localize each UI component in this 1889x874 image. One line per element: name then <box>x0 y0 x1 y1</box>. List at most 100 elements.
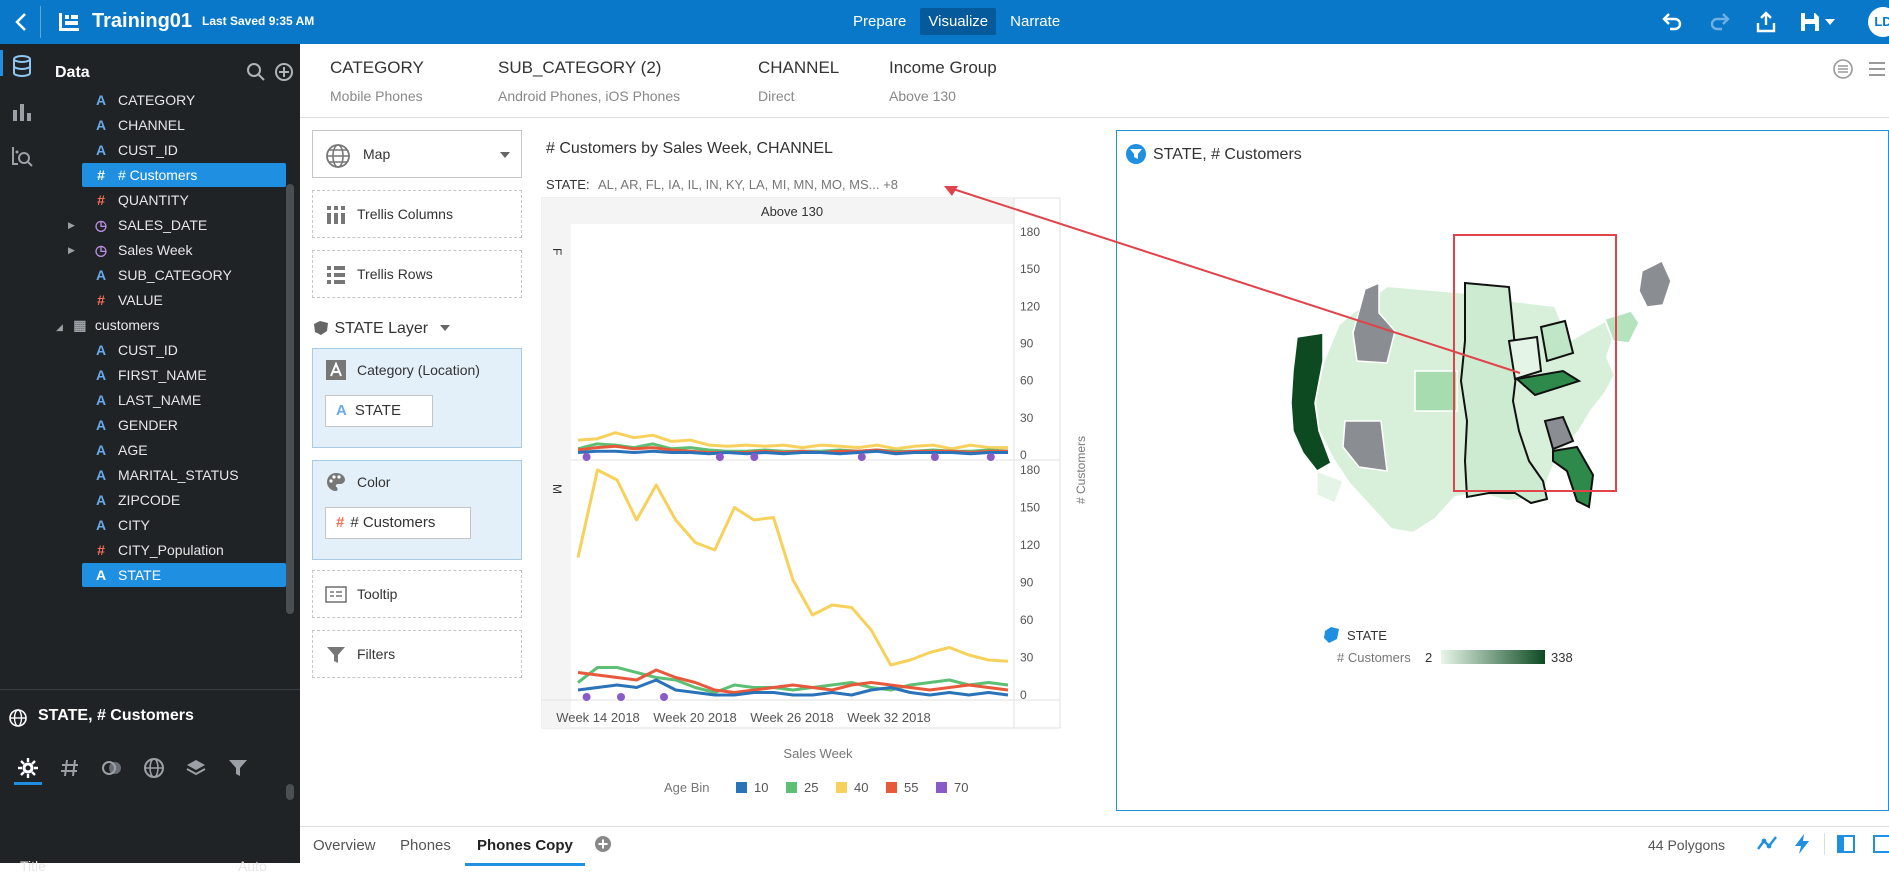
legend-swatch-age-40[interactable] <box>836 782 847 793</box>
properties-scrollbar[interactable] <box>286 784 294 800</box>
data-element-cust-id[interactable]: A CUST_ID <box>82 338 286 362</box>
legend-swatch-age-10[interactable] <box>736 782 747 793</box>
state-colorado[interactable] <box>1414 370 1458 412</box>
grammar-panel-toggle-icon[interactable] <box>1872 834 1889 854</box>
data-element-city-population[interactable]: # CITY_Population <box>82 538 286 562</box>
analytics-icon[interactable] <box>10 144 34 168</box>
data-element-city[interactable]: A CITY <box>82 513 286 537</box>
map-panel[interactable]: STATE, # Customers STATE # Customers 2 3… <box>1116 130 1889 811</box>
undo-icon[interactable] <box>1660 10 1684 34</box>
legend-label-age-55[interactable]: 55 <box>904 780 918 795</box>
project-title[interactable]: Training01 <box>92 10 192 33</box>
data-element-channel[interactable]: A CHANNEL <box>82 113 286 137</box>
series-point-age-70[interactable] <box>582 693 591 701</box>
line-chart-panel[interactable]: # Customers by Sales Week, CHANNEL STATE… <box>540 130 1100 800</box>
data-element-last-name[interactable]: A LAST_NAME <box>82 388 286 412</box>
data-element-value[interactable]: # VALUE <box>82 288 286 312</box>
user-avatar[interactable]: LD <box>1868 7 1889 37</box>
hash-icon[interactable] <box>58 756 82 780</box>
state-illinois[interactable] <box>1507 335 1543 381</box>
add-data-icon[interactable] <box>274 62 294 82</box>
add-canvas-icon[interactable] <box>594 835 612 853</box>
redo-icon[interactable] <box>1708 10 1732 34</box>
us-states-map[interactable] <box>1290 259 1672 535</box>
state-florida[interactable] <box>1552 445 1595 509</box>
visualizations-icon[interactable] <box>10 100 34 124</box>
legend-swatch-age-25[interactable] <box>786 782 797 793</box>
filter-channel[interactable]: CHANNEL Direct <box>758 58 839 104</box>
filter-options-icon[interactable] <box>1832 58 1854 80</box>
data-element-cust-id[interactable]: A CUST_ID <box>82 138 286 162</box>
expand-chevron-icon[interactable]: ▶ <box>68 213 75 237</box>
map-globe-icon[interactable] <box>142 756 166 780</box>
lightning-icon[interactable] <box>1792 833 1812 855</box>
canvas-tab-overview[interactable]: Overview <box>313 837 376 854</box>
map-tools-icon[interactable] <box>1756 833 1778 855</box>
color-dropzone[interactable]: Color # # Customers <box>312 460 522 560</box>
legend-label-age-25[interactable]: 25 <box>804 780 818 795</box>
state-pill[interactable]: A STATE <box>325 395 433 427</box>
data-element-first-name[interactable]: A FIRST_NAME <box>82 363 286 387</box>
customers-pill[interactable]: # # Customers <box>325 507 471 539</box>
data-element-state[interactable]: A STATE <box>82 563 286 587</box>
filter-sub-category[interactable]: SUB_CATEGORY (2) Android Phones, iOS Pho… <box>498 58 680 104</box>
data-element-customers[interactable]: # # Customers <box>82 163 286 187</box>
data-element-sales-week[interactable]: ▶ ◷ Sales Week <box>68 238 286 262</box>
search-icon[interactable] <box>246 62 266 82</box>
series-point-age-70[interactable] <box>660 693 668 701</box>
series-point-age-70[interactable] <box>715 453 724 461</box>
canvas-tab-phones-copy[interactable]: Phones Copy <box>465 837 585 866</box>
expand-chevron-icon[interactable]: ▶ <box>68 238 75 262</box>
trellis-columns-dropzone[interactable]: Trellis Columns <box>312 190 522 238</box>
series-point-age-70[interactable] <box>750 453 759 461</box>
legend-swatch-age-55[interactable] <box>886 782 897 793</box>
collapse-chevron-icon[interactable]: ◢ <box>56 322 63 332</box>
property-title-value[interactable]: Auto <box>238 858 267 874</box>
trellis-rows-dropzone[interactable]: Trellis Rows <box>312 250 522 298</box>
gear-icon[interactable] <box>16 756 40 780</box>
data-element-gender[interactable]: A GENDER <box>82 413 286 437</box>
series-point-age-70[interactable] <box>857 453 866 461</box>
filter-income-group[interactable]: Income Group Above 130 <box>889 58 997 104</box>
viz-type-selector[interactable]: Map <box>312 130 522 178</box>
data-element-zipcode[interactable]: A ZIPCODE <box>82 488 286 512</box>
category-location-dropzone[interactable]: Category (Location) A STATE <box>312 348 522 448</box>
data-element-age[interactable]: A AGE <box>82 438 286 462</box>
legend-swatch-age-70[interactable] <box>936 782 947 793</box>
state-michigan[interactable] <box>1539 319 1575 363</box>
layer-selector[interactable]: STATE Layer <box>312 320 451 338</box>
tab-prepare[interactable]: Prepare <box>845 8 914 35</box>
filter-icon[interactable] <box>226 756 250 780</box>
data-element-quantity[interactable]: # QUANTITY <box>82 188 286 212</box>
series-point-age-70[interactable] <box>930 453 939 461</box>
series-line-f-age-10[interactable] <box>577 449 1008 456</box>
canvas-tab-phones[interactable]: Phones <box>400 837 451 854</box>
data-element-sub-category[interactable]: A SUB_CATEGORY <box>82 263 286 287</box>
data-element-category[interactable]: A CATEGORY <box>82 88 286 112</box>
panel-toggle-icon[interactable] <box>1836 834 1856 854</box>
tooltip-dropzone[interactable]: Tooltip <box>312 570 522 618</box>
save-icon[interactable] <box>1798 10 1838 34</box>
filter-category[interactable]: CATEGORY Mobile Phones <box>330 58 424 104</box>
series-point-age-70[interactable] <box>986 453 995 461</box>
data-element-customers[interactable]: ◢ ▦ customers <box>56 313 286 337</box>
tab-narrate[interactable]: Narrate <box>1002 8 1068 35</box>
legend-label-age-70[interactable]: 70 <box>954 780 968 795</box>
series-point-age-70[interactable] <box>617 693 625 701</box>
legend-label-age-40[interactable]: 40 <box>854 780 868 795</box>
series-point-age-70[interactable] <box>582 453 591 461</box>
hamburger-icon[interactable] <box>1866 58 1888 80</box>
tab-visualize[interactable]: Visualize <box>920 8 997 35</box>
filters-dropzone[interactable]: Filters <box>312 630 522 678</box>
analytics-rings-icon[interactable] <box>100 756 124 780</box>
data-panel-scrollbar[interactable] <box>286 184 294 614</box>
database-icon[interactable] <box>10 54 34 78</box>
share-icon[interactable] <box>1754 10 1778 34</box>
state-alaska-inset[interactable] <box>1316 469 1344 505</box>
layers-icon[interactable] <box>184 756 208 780</box>
back-arrow-icon[interactable] <box>10 10 34 34</box>
data-element-marital-status[interactable]: A MARITAL_STATUS <box>82 463 286 487</box>
state-maine[interactable] <box>1638 259 1672 308</box>
legend-label-age-10[interactable]: 10 <box>754 780 768 795</box>
data-element-sales-date[interactable]: ▶ ◷ SALES_DATE <box>68 213 286 237</box>
